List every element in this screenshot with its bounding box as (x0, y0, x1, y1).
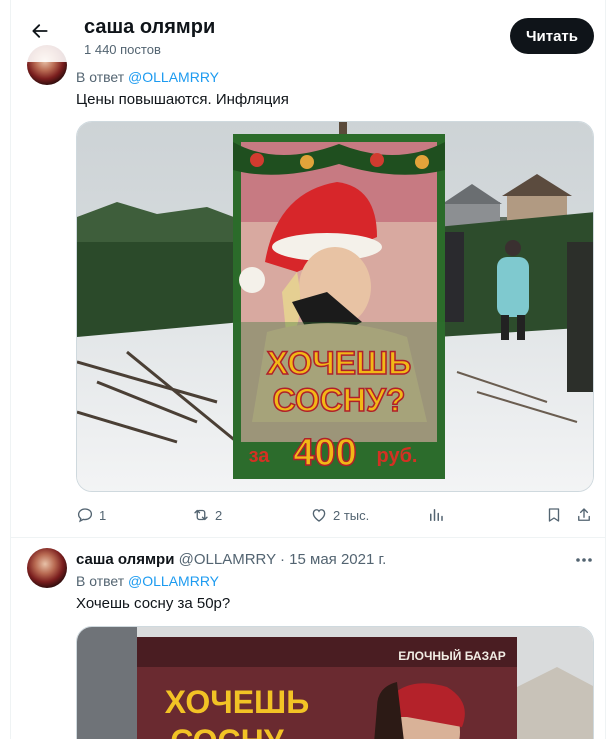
more-dots-icon (576, 558, 592, 562)
post-count: 1 440 постов (84, 42, 161, 57)
reply-context: В ответ @OLLAMRRY (76, 573, 219, 589)
tweet-text: Цены повышаются. Инфляция (76, 91, 289, 108)
author-name[interactable]: саша олямри (76, 551, 174, 568)
comment-icon (77, 508, 93, 523)
banner-line2: СОСНУ (170, 723, 284, 739)
reply-handle-link[interactable]: @OLLAMRRY (128, 573, 219, 589)
reply-context: В ответ @OLLAMRRY (76, 69, 219, 85)
reply-prefix: В ответ (76, 573, 125, 589)
bookmark-icon (548, 508, 560, 522)
repost-count: 2 (215, 507, 223, 523)
profile-name: саша олямри (84, 16, 216, 38)
poster-line1: ХОЧЕШЬ (267, 345, 411, 381)
tweet-text: Хочешь сосну за 50р? (76, 595, 231, 612)
banner-small-text: ЕЛОЧНЫЙ БАЗАР (398, 648, 506, 663)
poster-photo: ХОЧЕШЬ СОСНУ? за 400 руб. (77, 122, 593, 491)
tweet-media-image[interactable]: ХОЧЕШЬ СОСНУ? за 400 руб. (76, 121, 594, 492)
arrow-left-icon (32, 24, 48, 38)
reply-count: 1 (99, 507, 107, 523)
heart-icon (312, 509, 326, 522)
like-count: 2 тыс. (333, 507, 370, 523)
banner-photo: ЕЛОЧНЫЙ БАЗАР ХОЧЕШЬ СОСНУ (77, 627, 593, 739)
repost-button[interactable]: 2 (192, 503, 222, 527)
views-button[interactable] (427, 503, 445, 527)
share-icon (578, 508, 590, 521)
like-button[interactable]: 2 тыс. (310, 503, 369, 527)
share-button[interactable] (575, 503, 593, 527)
poster-price-suffix: руб. (377, 445, 418, 467)
author-handle[interactable]: @OLLAMRRY (179, 551, 276, 568)
analytics-icon (430, 509, 443, 521)
tweet-date[interactable]: · 15 мая 2021 г. (280, 551, 386, 568)
poster-price-prefix: за (249, 445, 271, 467)
poster-price: 400 (293, 432, 356, 474)
tweet-divider (11, 537, 605, 538)
poster-line2: СОСНУ? (273, 382, 406, 418)
profile-header: саша олямри 1 440 постов Читать (11, 0, 605, 62)
column-border-right (605, 0, 606, 739)
reply-handle-link[interactable]: @OLLAMRRY (128, 69, 219, 85)
back-button[interactable] (27, 18, 53, 44)
tweet-header: саша олямри @OLLAMRRY · 15 мая 2021 г. (76, 551, 386, 568)
reply-button[interactable]: 1 (76, 503, 106, 527)
follow-button[interactable]: Читать (510, 18, 594, 54)
more-button[interactable] (573, 551, 595, 569)
banner-line1: ХОЧЕШЬ (165, 684, 309, 720)
avatar[interactable] (27, 548, 67, 588)
reply-prefix: В ответ (76, 69, 125, 85)
tweet-actions: 1 2 2 тыс. (76, 503, 594, 527)
repost-icon (194, 509, 208, 521)
bookmark-button[interactable] (545, 503, 563, 527)
tweet-media-image[interactable]: ЕЛОЧНЫЙ БАЗАР ХОЧЕШЬ СОСНУ (76, 626, 594, 739)
column-border-left (10, 0, 11, 739)
